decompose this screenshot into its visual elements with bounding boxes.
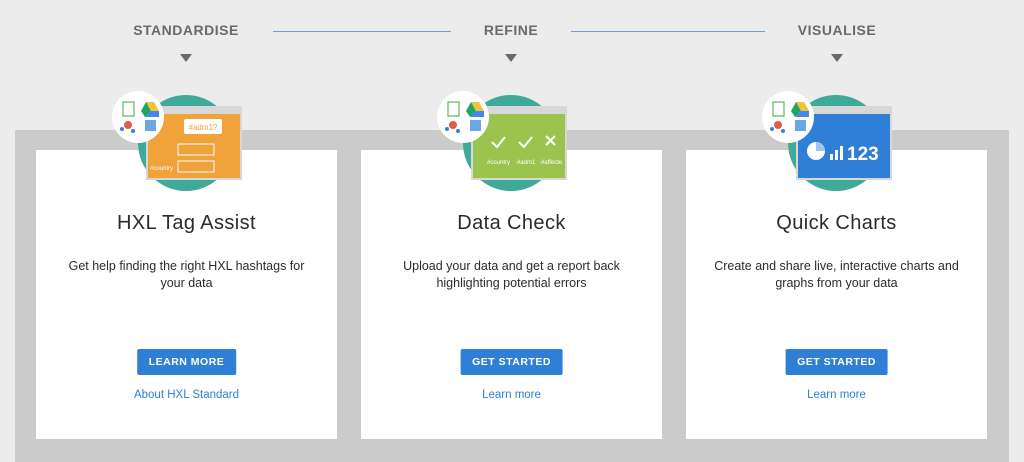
step-connector <box>571 31 765 32</box>
arrow-down-icon <box>505 54 517 62</box>
step-label: REFINE <box>483 22 539 38</box>
card-description: Create and share live, interactive chart… <box>714 259 959 290</box>
network-graph-icon <box>449 121 457 129</box>
bar-chart-icon <box>840 146 843 160</box>
card-title: Quick Charts <box>776 212 897 234</box>
card-description: Upload your data and get a report back h… <box>403 259 620 290</box>
card-description: Get help finding the right HXL hashtags … <box>68 259 305 290</box>
workflow-steps: STANDARDISE REFINE VISUALISE <box>0 0 1024 100</box>
step-label: STANDARDISE <box>133 22 239 38</box>
step-connector <box>273 31 451 32</box>
bar-chart-icon <box>830 154 833 160</box>
dropbox-icon <box>795 120 806 131</box>
arrow-down-icon <box>831 54 843 62</box>
get-started-button[interactable]: GET STARTED <box>460 349 563 375</box>
bubble-tag-text: #adm1? <box>189 123 218 132</box>
learn-more-button[interactable]: LEARN MORE <box>136 349 237 375</box>
network-graph-icon <box>120 127 124 131</box>
hxl-tag-assist-illustration: #adm1? #country <box>110 88 260 198</box>
network-graph-icon <box>774 121 782 129</box>
spreadsheet-icon <box>772 101 785 117</box>
network-graph-icon <box>445 127 449 131</box>
network-graph-icon <box>131 129 135 133</box>
country-tag-text: #country <box>487 160 510 166</box>
dropbox-icon <box>145 120 156 131</box>
country-tag-text: #country <box>150 166 173 172</box>
spreadsheet-icon <box>447 101 460 117</box>
network-graph-icon <box>770 127 774 131</box>
number-counter-text: 123 <box>847 144 879 165</box>
quick-charts-illustration: 123 <box>760 88 910 198</box>
data-check-illustration: #country #adm1 #affecte <box>435 88 585 198</box>
card-title: Data Check <box>457 212 566 234</box>
step-refine: REFINE <box>431 22 591 62</box>
bar-chart-icon <box>835 150 838 160</box>
step-standardise: STANDARDISE <box>106 22 266 62</box>
step-label: VISUALISE <box>797 22 877 38</box>
get-started-button[interactable]: GET STARTED <box>785 349 888 375</box>
dropbox-icon <box>470 120 481 131</box>
arrow-down-icon <box>180 54 192 62</box>
adm1-tag-text: #adm1 <box>517 160 536 166</box>
spreadsheet-icon <box>122 101 135 117</box>
learn-more-link[interactable]: Learn more <box>361 389 662 401</box>
learn-more-link[interactable]: Learn more <box>686 389 987 401</box>
affected-tag-text: #affecte <box>541 160 563 166</box>
network-graph-icon <box>124 121 132 129</box>
network-graph-icon <box>456 129 460 133</box>
card-title: HXL Tag Assist <box>117 212 256 234</box>
step-visualise: VISUALISE <box>757 22 917 62</box>
about-hxl-standard-link[interactable]: About HXL Standard <box>36 389 337 401</box>
network-graph-icon <box>781 129 785 133</box>
